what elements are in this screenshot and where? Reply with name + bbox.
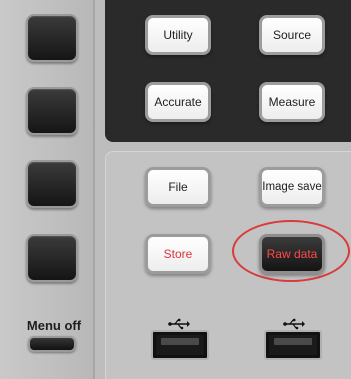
usb-icon <box>168 318 190 330</box>
softkey-1[interactable] <box>26 14 78 62</box>
menu-off-button[interactable] <box>28 336 76 352</box>
top-function-group: Utility Source Accurate Measure <box>105 0 351 142</box>
usb-icon <box>283 318 305 330</box>
raw-data-button[interactable]: Raw data <box>259 234 325 274</box>
file-button[interactable]: File <box>145 167 211 207</box>
softkey-4[interactable] <box>26 234 78 282</box>
measure-button[interactable]: Measure <box>259 82 325 122</box>
menu-off-label: Menu off <box>26 318 82 333</box>
softkey-column: Menu off <box>0 0 95 379</box>
usb-port-2[interactable] <box>264 330 322 360</box>
usb-port-1[interactable] <box>151 330 209 360</box>
source-button[interactable]: Source <box>259 15 325 55</box>
accurate-button[interactable]: Accurate <box>145 82 211 122</box>
instrument-front-panel: Menu off Utility Source Accurate Measure… <box>0 0 351 379</box>
softkey-2[interactable] <box>26 87 78 135</box>
softkey-3[interactable] <box>26 160 78 208</box>
image-save-button[interactable]: Image save <box>259 167 325 207</box>
bottom-function-group: File Image save Store Raw data <box>105 151 351 379</box>
store-button[interactable]: Store <box>145 234 211 274</box>
utility-button[interactable]: Utility <box>145 15 211 55</box>
